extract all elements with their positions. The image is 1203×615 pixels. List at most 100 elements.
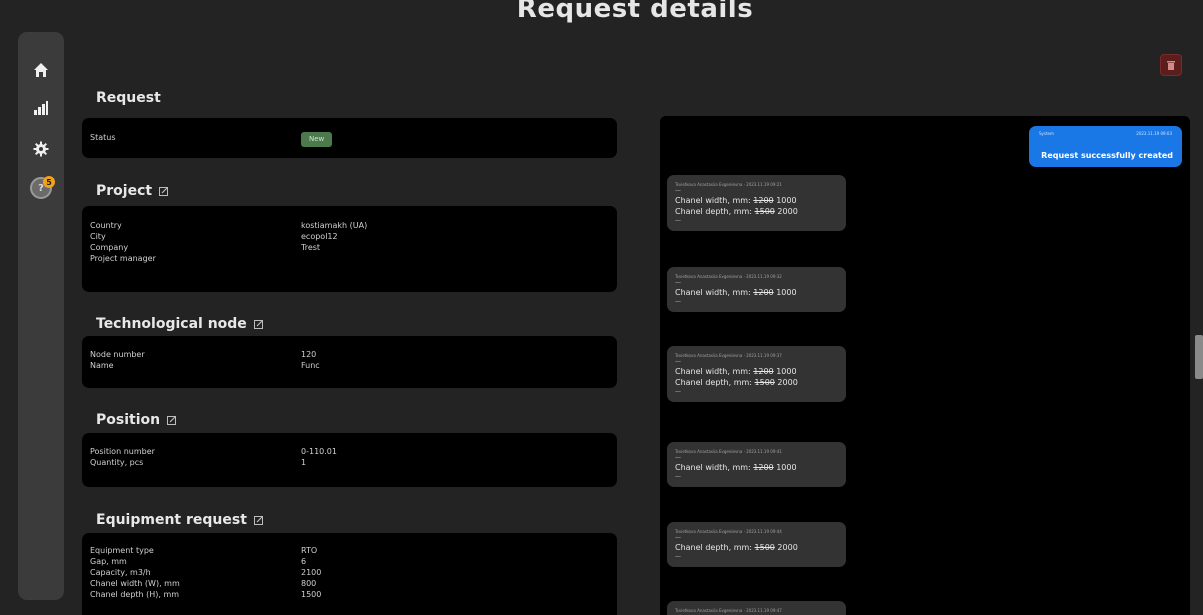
field-row: Chanel width (W), mm 800: [82, 578, 617, 589]
message-meta: Tsvietkova Anastasiia Evgenievna · 2023.…: [675, 608, 782, 613]
history-message: Tsvietkova Anastasiia Evgenievna · 2023.…: [667, 346, 846, 402]
message-meta: Tsvietkova Anastasiia Evgenievna · 2023.…: [675, 274, 782, 279]
home-icon: [34, 63, 48, 77]
delete-button[interactable]: [1160, 54, 1182, 76]
message-separator: —: [675, 358, 681, 365]
history-message: Tsvietkova Anastasiia Evgenievna · 2023.…: [667, 522, 846, 567]
field-row: Country kostiamakh (UA): [82, 220, 617, 231]
message-meta: Tsvietkova Anastasiia Evgenievna · 2023.…: [675, 182, 782, 187]
change-line: Chanel depth, mm: 1500 2000: [675, 378, 798, 387]
field-row: Node number 120: [82, 349, 617, 360]
change-line: Chanel width, mm: 1200 1000: [675, 463, 797, 472]
status-badge: New: [301, 132, 333, 147]
field-label: City: [90, 232, 106, 241]
field-row: Name Func: [82, 360, 617, 371]
message-separator: —: [675, 388, 681, 395]
own-message: System 2023.11.19 09:03 Request successfu…: [1029, 126, 1182, 167]
sidebar-item-home[interactable]: [25, 54, 57, 86]
message-separator: —: [675, 187, 681, 194]
section-title: Equipment request: [96, 512, 247, 528]
change-line: Chanel depth, mm: 1500 2000: [675, 207, 798, 216]
field-row: Equipment type RTO: [82, 545, 617, 556]
field-label: Status: [90, 133, 116, 142]
message-meta: Tsvietkova Anastasiia Evgenievna · 2023.…: [675, 529, 782, 534]
field-label: Country: [90, 221, 122, 230]
field-value: RTO: [301, 546, 318, 555]
history-panel: System 2023.11.19 09:03 Request successfu…: [660, 116, 1190, 615]
gear-icon: [33, 141, 49, 157]
field-value: kostiamakh (UA): [301, 221, 368, 230]
notification-badge: 5: [43, 176, 55, 188]
sidebar-item-help[interactable]: ? 5: [25, 172, 57, 204]
field-row: Capacity, m3/h 2100: [82, 567, 617, 578]
section-title: Technological node: [96, 316, 247, 332]
field-row: Chanel depth (H), mm 1500: [82, 589, 617, 600]
project-card: Country kostiamakh (UA) City ecopol12 Comp…: [82, 206, 617, 292]
sidebar-item-settings[interactable]: [25, 133, 57, 165]
field-label: Quantity, pcs: [90, 458, 144, 467]
field-value: Trest: [301, 243, 321, 252]
history-message: Tsvietkova Anastasiia Evgenievna · 2023.…: [667, 175, 846, 231]
field-label: Project manager: [90, 254, 156, 263]
field-row: Position number 0-110.01: [82, 446, 617, 457]
message-text: Request successfully created: [1041, 151, 1173, 160]
position-card: Position number 0-110.01 Quantity, pcs 1: [82, 433, 617, 487]
request-card: Status New: [82, 118, 617, 158]
field-value: 1: [301, 458, 307, 467]
field-value: ecopol12: [301, 232, 338, 241]
field-row: City ecopol12: [82, 231, 617, 242]
equipment-card: Equipment type RTO Gap, mm 6 Capacity, m3/…: [82, 533, 617, 615]
field-label: Position number: [90, 447, 155, 456]
message-meta: Tsvietkova Anastasiia Evgenievna · 2023.…: [675, 449, 782, 454]
edit-icon[interactable]: [167, 415, 177, 425]
position-heading: Position: [96, 412, 177, 428]
field-value: 120: [301, 350, 317, 359]
message-separator: —: [675, 473, 681, 480]
field-row: Project manager: [82, 253, 617, 264]
change-line: Chanel width, mm: 1200 1000: [675, 196, 797, 205]
node-card: Node number 120 Name Func: [82, 336, 617, 388]
sidebar-item-reports[interactable]: [25, 92, 57, 124]
field-value: 6: [301, 557, 307, 566]
scrollbar-handle[interactable]: [1195, 335, 1203, 379]
message-separator: —: [675, 298, 681, 305]
field-row: Company Trest: [82, 242, 617, 253]
field-value: 1500: [301, 590, 322, 599]
field-label: Chanel width (W), mm: [90, 579, 180, 588]
field-label: Name: [90, 361, 114, 370]
bar-chart-icon: [34, 101, 48, 115]
field-value: 2100: [301, 568, 322, 577]
field-value: [301, 253, 617, 264]
message-author: System: [1039, 131, 1054, 136]
history-message: Tsvietkova Anastasiia Evgenievna · 2023.…: [667, 442, 846, 487]
node-heading: Technological node: [96, 316, 264, 332]
field-row: Gap, mm 6: [82, 556, 617, 567]
change-line: Chanel width, mm: 1200 1000: [675, 367, 797, 376]
field-value: 800: [301, 579, 317, 588]
field-label: Company: [90, 243, 129, 252]
field-label: Gap, mm: [90, 557, 127, 566]
edit-icon[interactable]: [253, 515, 264, 525]
history-message: Tsvietkova Anastasiia Evgenievna · 2023.…: [667, 267, 846, 312]
message-separator: —: [675, 217, 681, 224]
section-title: Project: [96, 183, 153, 199]
section-title: Request: [96, 90, 161, 106]
request-heading: Request: [96, 90, 161, 106]
change-line: Chanel width, mm: 1200 1000: [675, 288, 797, 297]
field-value: Func: [301, 361, 320, 370]
help-icon: ? 5: [30, 176, 55, 199]
message-meta: Tsvietkova Anastasiia Evgenievna · 2023.…: [675, 353, 782, 358]
message-separator: —: [675, 534, 681, 541]
status-row: Status New: [82, 118, 617, 147]
field-label: Capacity, m3/h: [90, 568, 151, 577]
equipment-heading: Equipment request: [96, 512, 264, 528]
message-time: 2023.11.19 09:03: [1136, 131, 1172, 136]
edit-icon[interactable]: [159, 186, 169, 196]
section-title: Position: [96, 412, 161, 428]
field-row: Quantity, pcs 1: [82, 457, 617, 468]
field-label: Equipment type: [90, 546, 154, 555]
edit-icon[interactable]: [253, 319, 264, 329]
page-title: Request details: [516, 0, 754, 24]
project-heading: Project: [96, 183, 169, 199]
trash-icon: [1167, 60, 1175, 70]
